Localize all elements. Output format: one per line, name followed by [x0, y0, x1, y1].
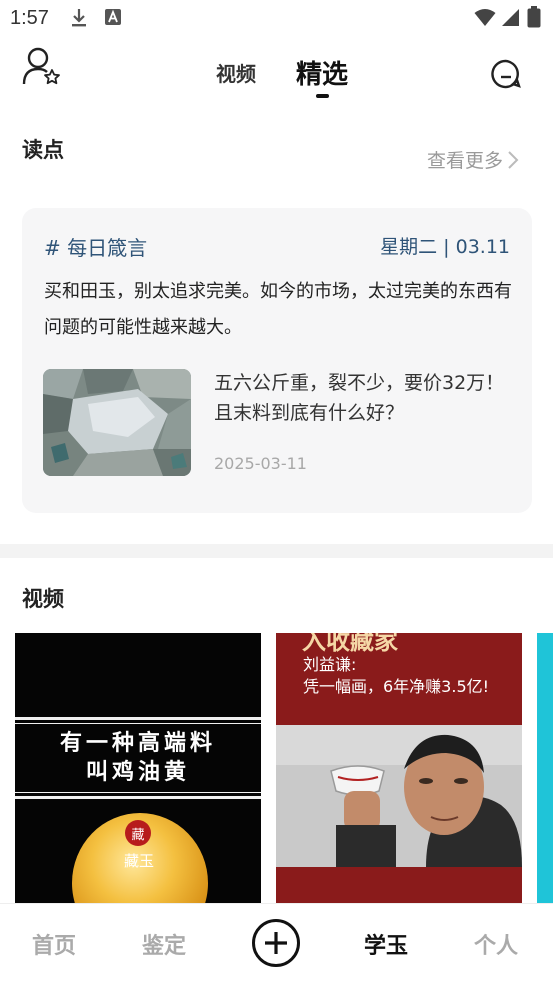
watermark-text: 藏玉 [124, 852, 155, 870]
active-tab-indicator [316, 94, 329, 98]
video-carousel[interactable]: 有一种高端料 叫鸡油黄 藏 藏玉 入收藏家 刘益谦: 凭一幅画，6年净赚3.5亿… [0, 633, 553, 903]
add-circle-icon[interactable] [251, 918, 301, 968]
status-time: 1:57 [10, 7, 49, 29]
status-bar: 1:57 [0, 0, 553, 38]
user-star-icon[interactable] [22, 46, 62, 86]
reading-section-title: 读点 [22, 138, 64, 162]
video-card[interactable] [537, 633, 553, 903]
video-caption-line: 有一种高端料 [59, 730, 216, 756]
video-caption-line: 叫鸡油黄 [85, 759, 190, 785]
person-photo [276, 725, 522, 867]
chevron-right-icon [508, 150, 519, 169]
nav-learn-jade[interactable]: 学玉 [364, 928, 408, 960]
daily-quote-tag: # 每日箴言 [44, 236, 148, 260]
video-section-title: 视频 [22, 587, 64, 611]
top-header: 视频 精选 [0, 40, 553, 106]
daily-quote-date: 星期二 | 03.11 [380, 236, 510, 258]
video-card[interactable]: 有一种高端料 叫鸡油黄 藏 藏玉 [15, 633, 261, 903]
video-caption-band: 有一种高端料 叫鸡油黄 [15, 717, 261, 799]
video-bottom-band [276, 867, 522, 903]
section-divider [0, 544, 553, 558]
tab-video[interactable]: 视频 [216, 58, 256, 87]
bottom-navigation: 首页 鉴定 学玉 个人 [0, 903, 553, 983]
seal-logo: 藏 [125, 820, 151, 846]
article-thumbnail[interactable] [43, 369, 191, 476]
message-icon[interactable] [490, 58, 522, 90]
article-title[interactable]: 五六公斤重，裂不少，要价32万！且末料到底有什么好？ [214, 368, 510, 428]
daily-quote-card[interactable]: # 每日箴言 星期二 | 03.11 买和田玉，别太追求完美。如今的市场，太过完… [22, 208, 532, 513]
nav-appraisal[interactable]: 鉴定 [142, 928, 186, 960]
nav-profile[interactable]: 个人 [474, 928, 518, 960]
article-date: 2025-03-11 [214, 454, 307, 473]
video-title-panel: 入收藏家 刘益谦: 凭一幅画，6年净赚3.5亿! [276, 633, 522, 725]
view-more-link[interactable]: 查看更多 [427, 146, 519, 173]
view-more-label: 查看更多 [427, 150, 504, 172]
download-icon [70, 8, 88, 32]
signal-icon [500, 8, 520, 31]
tab-featured[interactable]: 精选 [296, 54, 348, 91]
battery-icon [527, 6, 541, 32]
app-notification-icon [104, 8, 122, 30]
video-card[interactable]: 入收藏家 刘益谦: 凭一幅画，6年净赚3.5亿! [276, 633, 522, 903]
wifi-icon [474, 8, 496, 31]
video-person-name: 刘益谦: [303, 655, 357, 674]
video-subtitle: 凭一幅画，6年净赚3.5亿! [303, 677, 490, 696]
nav-home[interactable]: 首页 [32, 928, 76, 960]
daily-quote-text: 买和田玉，别太追求完美。如今的市场，太过完美的东西有问题的可能性越来越大。 [44, 281, 512, 338]
